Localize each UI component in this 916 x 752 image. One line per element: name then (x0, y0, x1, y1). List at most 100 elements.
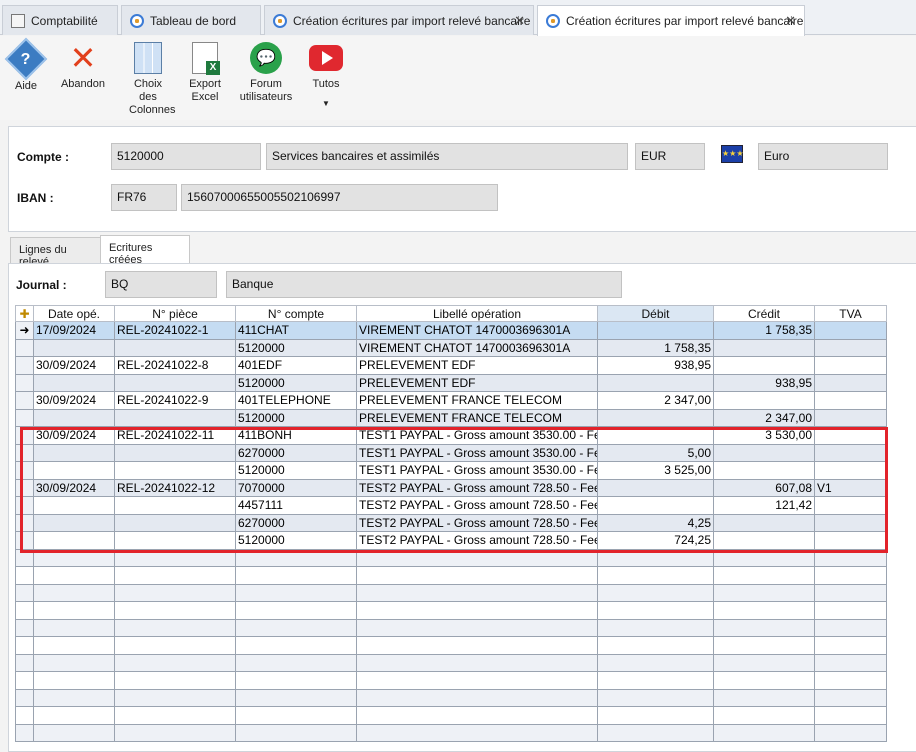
empty-cell[interactable] (15, 583, 34, 602)
cell-piece[interactable]: REL-20241022-1 (114, 321, 236, 340)
empty-cell[interactable] (713, 583, 815, 602)
empty-row[interactable] (15, 566, 887, 585)
cell-tva[interactable] (814, 373, 887, 392)
empty-cell[interactable] (597, 566, 714, 585)
table-row[interactable]: 30/09/2024 REL-20241022-9 401TELEPHONE PREL… (15, 391, 887, 410)
tutos-button[interactable]: Tutos ▼ (306, 42, 346, 110)
empty-cell[interactable] (597, 706, 714, 725)
empty-cell[interactable] (235, 653, 357, 672)
empty-cell[interactable] (114, 688, 236, 707)
empty-cell[interactable] (356, 653, 598, 672)
tab-import-releve-2[interactable]: Création écritures par import relevé ban… (537, 5, 805, 36)
cell-debit[interactable]: 938,95 (597, 356, 714, 375)
cell-tva[interactable] (814, 356, 887, 375)
empty-cell[interactable] (356, 566, 598, 585)
cell-date[interactable] (33, 408, 115, 427)
tab-import-releve-1[interactable]: Création écritures par import relevé ban… (264, 5, 534, 35)
cell-piece[interactable]: REL-20241022-8 (114, 356, 236, 375)
empty-cell[interactable] (114, 706, 236, 725)
table-row[interactable]: 5120000 VIREMENT CHATOT 1470003696301A 1 7… (15, 338, 887, 357)
cell-credit[interactable]: 938,95 (713, 373, 815, 392)
empty-row[interactable] (15, 688, 887, 707)
cell-compte[interactable]: 401TELEPHONE (235, 391, 357, 410)
cell-compte[interactable]: 411CHAT (235, 321, 357, 340)
empty-cell[interactable] (597, 723, 714, 742)
empty-cell[interactable] (814, 653, 887, 672)
empty-cell[interactable] (235, 618, 357, 637)
table-row[interactable]: 5120000 PRELEVEMENT EDF 938,95 (15, 373, 887, 392)
empty-row[interactable] (15, 618, 887, 637)
column-header-tva[interactable]: TVA (814, 305, 887, 322)
empty-cell[interactable] (814, 618, 887, 637)
empty-cell[interactable] (713, 706, 815, 725)
cell-tva[interactable] (814, 391, 887, 410)
empty-cell[interactable] (33, 636, 115, 655)
empty-row[interactable] (15, 723, 887, 742)
empty-cell[interactable] (356, 723, 598, 742)
empty-cell[interactable] (15, 601, 34, 620)
empty-cell[interactable] (33, 653, 115, 672)
empty-cell[interactable] (356, 583, 598, 602)
empty-cell[interactable] (597, 583, 714, 602)
empty-cell[interactable] (235, 671, 357, 690)
cell-piece[interactable] (114, 338, 236, 357)
cell-debit[interactable]: 2 347,00 (597, 391, 714, 410)
table-row[interactable]: 30/09/2024 REL-20241022-8 401EDF PRELEVEMEN… (15, 356, 887, 375)
empty-cell[interactable] (814, 688, 887, 707)
currency-name-field[interactable]: Euro (758, 143, 888, 170)
empty-cell[interactable] (597, 688, 714, 707)
compte-name-field[interactable]: Services bancaires et assimilés (266, 143, 628, 170)
empty-cell[interactable] (114, 566, 236, 585)
empty-cell[interactable] (33, 583, 115, 602)
journal-code-field[interactable]: BQ (105, 271, 217, 298)
empty-cell[interactable] (597, 601, 714, 620)
cell-debit[interactable]: 1 758,35 (597, 338, 714, 357)
empty-cell[interactable] (114, 636, 236, 655)
empty-cell[interactable] (814, 566, 887, 585)
empty-cell[interactable] (235, 583, 357, 602)
export-excel-button[interactable]: Export Excel (184, 42, 226, 104)
empty-cell[interactable] (15, 688, 34, 707)
cell-date[interactable]: 17/09/2024 (33, 321, 115, 340)
empty-cell[interactable] (15, 706, 34, 725)
tab-tableau-de-bord[interactable]: Tableau de bord (121, 5, 261, 35)
cell-tva[interactable] (814, 338, 887, 357)
empty-cell[interactable] (356, 601, 598, 620)
empty-cell[interactable] (15, 566, 34, 585)
empty-cell[interactable] (15, 723, 34, 742)
empty-row[interactable] (15, 671, 887, 690)
cell-credit[interactable]: 1 758,35 (713, 321, 815, 340)
empty-cell[interactable] (15, 653, 34, 672)
cell-compte[interactable]: 401EDF (235, 356, 357, 375)
tab-comptabilite[interactable]: Comptabilité (2, 5, 118, 35)
empty-cell[interactable] (713, 653, 815, 672)
cancel-button[interactable]: ✕ Abandon (58, 42, 108, 91)
cell-compte[interactable]: 5120000 (235, 373, 357, 392)
empty-cell[interactable] (713, 601, 815, 620)
cell-credit[interactable]: 2 347,00 (713, 408, 815, 427)
empty-cell[interactable] (713, 671, 815, 690)
cell-compte[interactable]: 5120000 (235, 408, 357, 427)
column-header-credit[interactable]: Crédit (713, 305, 815, 322)
empty-cell[interactable] (713, 618, 815, 637)
empty-cell[interactable] (235, 688, 357, 707)
forum-button[interactable]: 💬 Forum utilisateurs (238, 42, 294, 104)
cell-credit[interactable] (713, 356, 815, 375)
empty-row[interactable] (15, 653, 887, 672)
cell-date[interactable] (33, 338, 115, 357)
empty-cell[interactable] (356, 671, 598, 690)
empty-cell[interactable] (597, 671, 714, 690)
iban-rest-field[interactable]: 15607000655005502106997 (181, 184, 498, 211)
cell-debit[interactable] (597, 408, 714, 427)
empty-cell[interactable] (114, 653, 236, 672)
empty-cell[interactable] (814, 583, 887, 602)
empty-cell[interactable] (235, 706, 357, 725)
empty-cell[interactable] (114, 583, 236, 602)
empty-cell[interactable] (814, 671, 887, 690)
empty-cell[interactable] (235, 636, 357, 655)
journal-name-field[interactable]: Banque (226, 271, 622, 298)
empty-row[interactable] (15, 601, 887, 620)
cell-compte[interactable]: 5120000 (235, 338, 357, 357)
empty-cell[interactable] (814, 706, 887, 725)
column-header-date[interactable]: Date opé. (33, 305, 115, 322)
